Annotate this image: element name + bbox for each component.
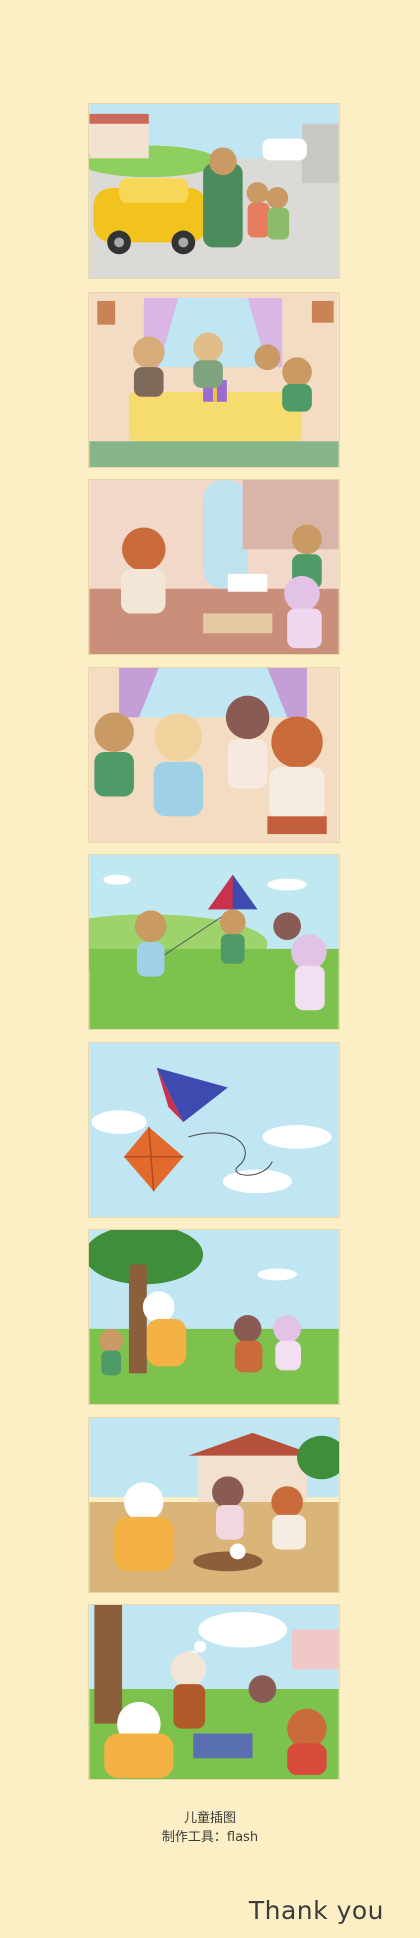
thank-you-text: Thank you: [248, 1896, 384, 1925]
illustration-panel-5: [88, 854, 340, 1030]
illustration-panel-8: [88, 1417, 340, 1593]
panel-6-art: [89, 1043, 339, 1217]
panel-8-art: [89, 1418, 339, 1592]
illustration-panel-6: [88, 1042, 340, 1218]
panel-5-art: [89, 855, 339, 1029]
panel-4-art: [89, 668, 339, 842]
illustration-panel-4: [88, 667, 340, 843]
illustration-panel-2: [88, 292, 340, 468]
panel-9-art: [89, 1605, 339, 1779]
illustration-panel-3: [88, 479, 340, 655]
panel-2-art: [89, 293, 339, 467]
panel-7-art: [89, 1230, 339, 1404]
caption-title: 儿童插图: [183, 1811, 236, 1826]
panel-3-art: [89, 480, 339, 654]
illustration-panel-9: [88, 1604, 340, 1780]
panel-1-art: [89, 104, 339, 278]
caption-tool: 制作工具：flash: [161, 1830, 259, 1845]
illustration-panel-1: [88, 103, 340, 279]
illustration-panel-7: [88, 1229, 340, 1405]
